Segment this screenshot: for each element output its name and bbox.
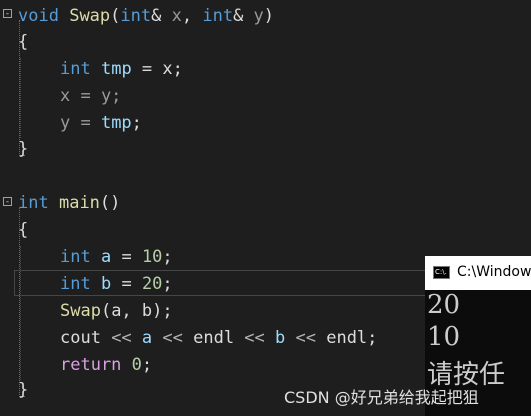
code-line-close-brace[interactable]: } — [18, 377, 28, 403]
number-literal: 0 — [131, 355, 142, 375]
equals: = — [111, 247, 142, 267]
console-output-line: 10 — [427, 322, 461, 352]
semicolon: ; — [162, 274, 173, 294]
code-line-tmp-decl[interactable]: int tmp = x; — [60, 56, 183, 82]
keyword-int: int — [120, 6, 152, 26]
identifier-endl: endl — [326, 328, 368, 348]
number-literal: 20 — [141, 274, 163, 294]
code-line-assign-y[interactable]: y = tmp; — [60, 110, 142, 136]
param-x: x — [171, 6, 182, 26]
code-line-swap-signature[interactable]: void Swap(int& x, int& y) — [18, 3, 274, 29]
paren-open: ( — [110, 6, 121, 26]
comma: , — [181, 6, 203, 26]
keyword-return: return — [60, 355, 122, 375]
brace-close: } — [18, 380, 29, 400]
keyword-int: int — [60, 247, 91, 267]
code-line-assign-x[interactable]: x = y; — [60, 83, 121, 109]
code-text: x = y; — [60, 86, 122, 106]
code-text: (a, b); — [100, 301, 173, 321]
operator-shift: << — [100, 328, 142, 348]
keyword-int: int — [18, 193, 49, 213]
code-line-a-decl[interactable]: int a = 10; — [60, 244, 173, 270]
code-line-return[interactable]: return 0; — [60, 352, 152, 378]
code-text: = x; — [131, 59, 183, 79]
semicolon: ; — [141, 355, 153, 375]
variable-a: a — [100, 247, 112, 267]
identifier-endl: endl — [193, 328, 235, 348]
ref-symbol: & — [151, 6, 172, 26]
number-literal: 10 — [141, 247, 163, 267]
code-text: y = — [60, 113, 101, 133]
keyword-void: void — [18, 6, 59, 26]
indent-guide-main-body — [20, 246, 21, 380]
keyword-int: int — [202, 6, 234, 26]
brace-open: { — [18, 220, 29, 240]
semicolon: ; — [131, 113, 142, 133]
console-output-line: 20 — [427, 290, 461, 320]
variable-tmp: tmp — [100, 59, 132, 79]
identifier-cout: cout — [60, 328, 101, 348]
code-line-main-signature[interactable]: int main() — [18, 190, 120, 216]
code-line-cout[interactable]: cout << a << endl << b << endl; — [60, 325, 377, 351]
watermark: CSDN @好兄弟给我起把狙 — [284, 388, 479, 407]
equals: = — [111, 274, 142, 294]
operator-shift: << — [285, 328, 327, 348]
console-title: C:\Windows — [457, 264, 531, 280]
parens: () — [99, 193, 121, 213]
function-name-swap: Swap — [69, 6, 111, 26]
code-line-open-brace[interactable]: { — [18, 217, 28, 243]
code-line-open-brace[interactable]: { — [18, 29, 28, 55]
variable-b: b — [100, 274, 112, 294]
brace-close: } — [18, 139, 29, 159]
brace-open: { — [18, 32, 29, 52]
param-y: y — [253, 6, 264, 26]
semicolon: ; — [162, 247, 173, 267]
operator-shift: << — [234, 328, 276, 348]
ref-symbol: & — [233, 6, 254, 26]
variable-tmp: tmp — [100, 113, 132, 133]
function-call-swap: Swap — [60, 301, 101, 321]
fold-toggle-swap[interactable]: - — [3, 9, 12, 19]
variable-a: a — [141, 328, 153, 348]
console-title-bar[interactable]: C:\. C:\Windows — [425, 256, 531, 290]
variable-b: b — [275, 328, 286, 348]
fold-toggle-main[interactable]: - — [3, 197, 12, 207]
code-line-close-brace[interactable]: } — [18, 136, 28, 162]
keyword-int: int — [60, 274, 91, 294]
function-name-main: main — [58, 193, 100, 213]
keyword-int: int — [60, 59, 91, 79]
paren-close: ) — [263, 6, 275, 26]
semicolon: ; — [367, 328, 378, 348]
console-app-icon: C:\. — [433, 266, 450, 279]
code-line-swap-call[interactable]: Swap(a, b); — [60, 298, 173, 324]
indent-guide-swap-body — [20, 58, 21, 138]
operator-shift: << — [152, 328, 194, 348]
code-line-b-decl[interactable]: int b = 20; — [60, 271, 173, 297]
